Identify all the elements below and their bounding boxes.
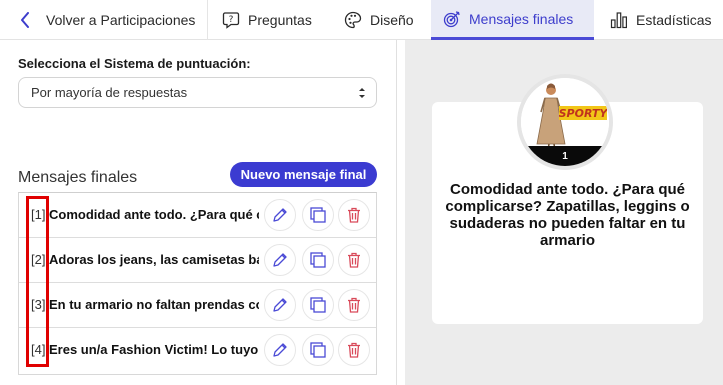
final-message-preview-card: SPORTY 1 Comodidad ante todo. ¿Para qué … bbox=[432, 74, 703, 324]
edit-button[interactable] bbox=[264, 289, 296, 321]
pencil-icon bbox=[273, 343, 287, 357]
pencil-icon bbox=[273, 208, 287, 222]
trash-icon bbox=[348, 342, 360, 358]
tab-mensajes-label: Mensajes finales bbox=[469, 10, 574, 27]
preview-panel: SPORTY 1 Comodidad ante todo. ¿Para qué … bbox=[405, 40, 723, 385]
list-item: [4] Eres un/a Fashion Victim! Lo tuyo es bbox=[19, 328, 376, 373]
trash-icon bbox=[348, 297, 360, 313]
list-item: [1] Comodidad ante todo. ¿Para qué compl… bbox=[19, 193, 376, 238]
new-final-message-button[interactable]: Nuevo mensaje final bbox=[230, 162, 377, 187]
duplicate-button[interactable] bbox=[302, 244, 334, 276]
copy-icon bbox=[310, 297, 326, 313]
editor-panel: Selecciona el Sistema de puntuación: Por… bbox=[0, 40, 397, 385]
target-icon bbox=[443, 10, 460, 27]
edit-button[interactable] bbox=[264, 199, 296, 231]
top-navigation: Volver a Participaciones ? Preguntas Dis… bbox=[0, 0, 723, 40]
trash-icon bbox=[348, 207, 360, 223]
svg-text:?: ? bbox=[229, 15, 234, 25]
copy-icon bbox=[310, 207, 326, 223]
edit-button[interactable] bbox=[264, 334, 296, 366]
palette-icon bbox=[344, 11, 362, 29]
chevron-left-icon bbox=[21, 12, 29, 28]
question-bubble-icon: ? bbox=[222, 12, 240, 29]
svg-text:SPORTY: SPORTY bbox=[559, 107, 607, 120]
delete-button[interactable] bbox=[338, 334, 370, 366]
tab-mensajes-finales[interactable]: Mensajes finales bbox=[431, 0, 594, 40]
sporty-logo: SPORTY bbox=[559, 106, 607, 120]
nav-divider bbox=[207, 0, 208, 40]
back-link-label: Volver a Participaciones bbox=[46, 12, 196, 28]
message-text[interactable]: Comodidad ante todo. ¿Para qué complicar… bbox=[49, 207, 259, 225]
trash-icon bbox=[348, 252, 360, 268]
tab-preguntas[interactable]: ? Preguntas bbox=[222, 0, 312, 40]
tab-estadisticas[interactable]: Estadísticas bbox=[610, 0, 711, 40]
message-text[interactable]: En tu armario no faltan prendas con bbox=[49, 297, 259, 315]
duplicate-button[interactable] bbox=[302, 289, 334, 321]
delete-button[interactable] bbox=[338, 244, 370, 276]
edit-button[interactable] bbox=[264, 244, 296, 276]
select-arrows-icon bbox=[359, 88, 365, 98]
result-badge-number: 1 bbox=[521, 146, 609, 166]
highlight-annotation-box bbox=[26, 196, 49, 367]
duplicate-button[interactable] bbox=[302, 199, 334, 231]
list-item: [3] En tu armario no faltan prendas con bbox=[19, 283, 376, 328]
copy-icon bbox=[310, 252, 326, 268]
pencil-icon bbox=[273, 253, 287, 267]
pencil-icon bbox=[273, 298, 287, 312]
scoring-system-value: Por mayoría de respuestas bbox=[31, 85, 188, 100]
duplicate-button[interactable] bbox=[302, 334, 334, 366]
delete-button[interactable] bbox=[338, 199, 370, 231]
final-messages-list: [1] Comodidad ante todo. ¿Para qué compl… bbox=[18, 192, 377, 375]
result-avatar: SPORTY 1 bbox=[517, 74, 613, 170]
preview-message-text: Comodidad ante todo. ¿Para qué complicar… bbox=[445, 181, 690, 249]
tab-estadisticas-label: Estadísticas bbox=[636, 12, 712, 28]
back-to-participations-link[interactable]: Volver a Participaciones bbox=[20, 0, 195, 40]
copy-icon bbox=[310, 342, 326, 358]
bar-chart-icon bbox=[610, 12, 627, 29]
scoring-system-select[interactable]: Por mayoría de respuestas bbox=[18, 77, 377, 108]
delete-button[interactable] bbox=[338, 289, 370, 321]
message-text[interactable]: Adoras los jeans, las camisetas básicas bbox=[49, 252, 259, 270]
scoring-system-label: Selecciona el Sistema de puntuación: bbox=[18, 56, 251, 71]
tab-preguntas-label: Preguntas bbox=[248, 12, 312, 28]
tab-diseno-label: Diseño bbox=[370, 12, 414, 28]
final-messages-title: Mensajes finales bbox=[18, 169, 138, 186]
message-text[interactable]: Eres un/a Fashion Victim! Lo tuyo es bbox=[49, 342, 259, 360]
list-item: [2] Adoras los jeans, las camisetas bási… bbox=[19, 238, 376, 283]
tab-diseno[interactable]: Diseño bbox=[344, 0, 414, 40]
